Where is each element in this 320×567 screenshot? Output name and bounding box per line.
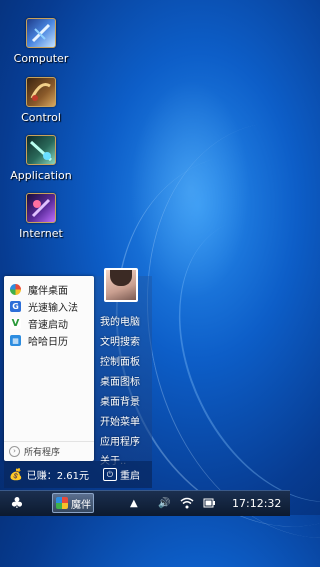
haha-calendar-icon: ▦ [10, 335, 21, 346]
wallpaper-streak [134, 180, 320, 540]
control-icon [26, 77, 56, 107]
avatar[interactable] [104, 268, 138, 302]
desktop-icon-control[interactable]: Control [10, 77, 72, 124]
start-menu-app-label: 光速输入法 [28, 303, 78, 314]
start-menu-link-desktop-icons[interactable]: 桌面图标 [100, 373, 140, 388]
taskbar-clock[interactable]: 17:12:32 [232, 494, 281, 513]
yinsu-launch-icon: V [10, 318, 21, 329]
clover-icon: ♣ [10, 494, 24, 512]
desktop-icon-label: Control [21, 111, 61, 124]
start-menu-link-start-menu[interactable]: 开始菜单 [100, 413, 140, 428]
earned-amount: 已赚：2.61元 [26, 471, 89, 482]
taskbar: ♣ 魔伴 ▲ 🔊 17:12:32 [0, 490, 290, 516]
start-menu-app-mobanzhuomian[interactable]: 魔伴桌面 [4, 281, 94, 298]
start-menu-app-haha-calendar[interactable]: ▦ 哈哈日历 [4, 332, 94, 349]
start-menu: 魔伴桌面 G 光速输入法 V 音速启动 ▦ 哈哈日历 › 所有程序 我的电脑 文… [4, 268, 152, 488]
application-icon [26, 135, 56, 165]
restart-button[interactable]: 重启 [120, 467, 140, 482]
restart-icon[interactable]: ⏻ [102, 468, 117, 481]
computer-icon [26, 18, 56, 48]
desktop-icon-computer[interactable]: Computer [10, 18, 72, 65]
start-menu-app-yinsu-launch[interactable]: V 音速启动 [4, 315, 94, 332]
moban-app-icon [56, 497, 68, 509]
start-button[interactable]: ♣ [6, 494, 28, 513]
start-menu-app-label: 魔伴桌面 [28, 286, 68, 297]
all-programs-button[interactable]: › 所有程序 [4, 441, 94, 461]
desktop-icon-application[interactable]: Application [10, 135, 72, 182]
battery-icon[interactable] [203, 494, 217, 513]
start-menu-link-applications[interactable]: 应用程序 [100, 433, 140, 448]
guangsu-input-icon: G [10, 301, 21, 312]
arrow-right-icon: › [9, 446, 20, 457]
taskbar-app-label: 魔伴 [71, 499, 91, 511]
start-menu-link-control-panel[interactable]: 控制面板 [100, 353, 140, 368]
start-menu-apps-panel: 魔伴桌面 G 光速输入法 V 音速启动 ▦ 哈哈日历 › 所有程序 [4, 276, 94, 461]
up-arrow-icon[interactable]: ▲ [130, 494, 138, 513]
wallpaper-glow [130, 80, 250, 300]
taskbar-app-moban[interactable]: 魔伴 [52, 493, 94, 513]
start-menu-app-guangsu-input[interactable]: G 光速输入法 [4, 298, 94, 315]
volume-icon[interactable]: 🔊 [158, 494, 170, 513]
start-menu-link-my-computer[interactable]: 我的电脑 [100, 313, 140, 328]
start-menu-link-search[interactable]: 文明搜索 [100, 333, 140, 348]
mobanzhuomian-icon [10, 284, 21, 295]
start-menu-link-desktop-background[interactable]: 桌面背景 [100, 393, 140, 408]
start-menu-app-label: 音速启动 [28, 320, 68, 331]
desktop-icon-label: Computer [13, 52, 69, 65]
desktop-icon-label: Internet [19, 227, 63, 240]
desktop-icon-label: Application [10, 169, 72, 182]
desktop-icon-internet[interactable]: Internet [10, 193, 72, 240]
start-menu-app-label: 哈哈日历 [28, 337, 68, 348]
internet-icon [26, 193, 56, 223]
money-bag-icon: 💰 [9, 468, 23, 481]
wifi-icon[interactable] [180, 494, 194, 513]
all-programs-label: 所有程序 [24, 448, 61, 458]
start-menu-footer: 💰 已赚：2.61元 ⏻ 重启 [4, 461, 152, 488]
